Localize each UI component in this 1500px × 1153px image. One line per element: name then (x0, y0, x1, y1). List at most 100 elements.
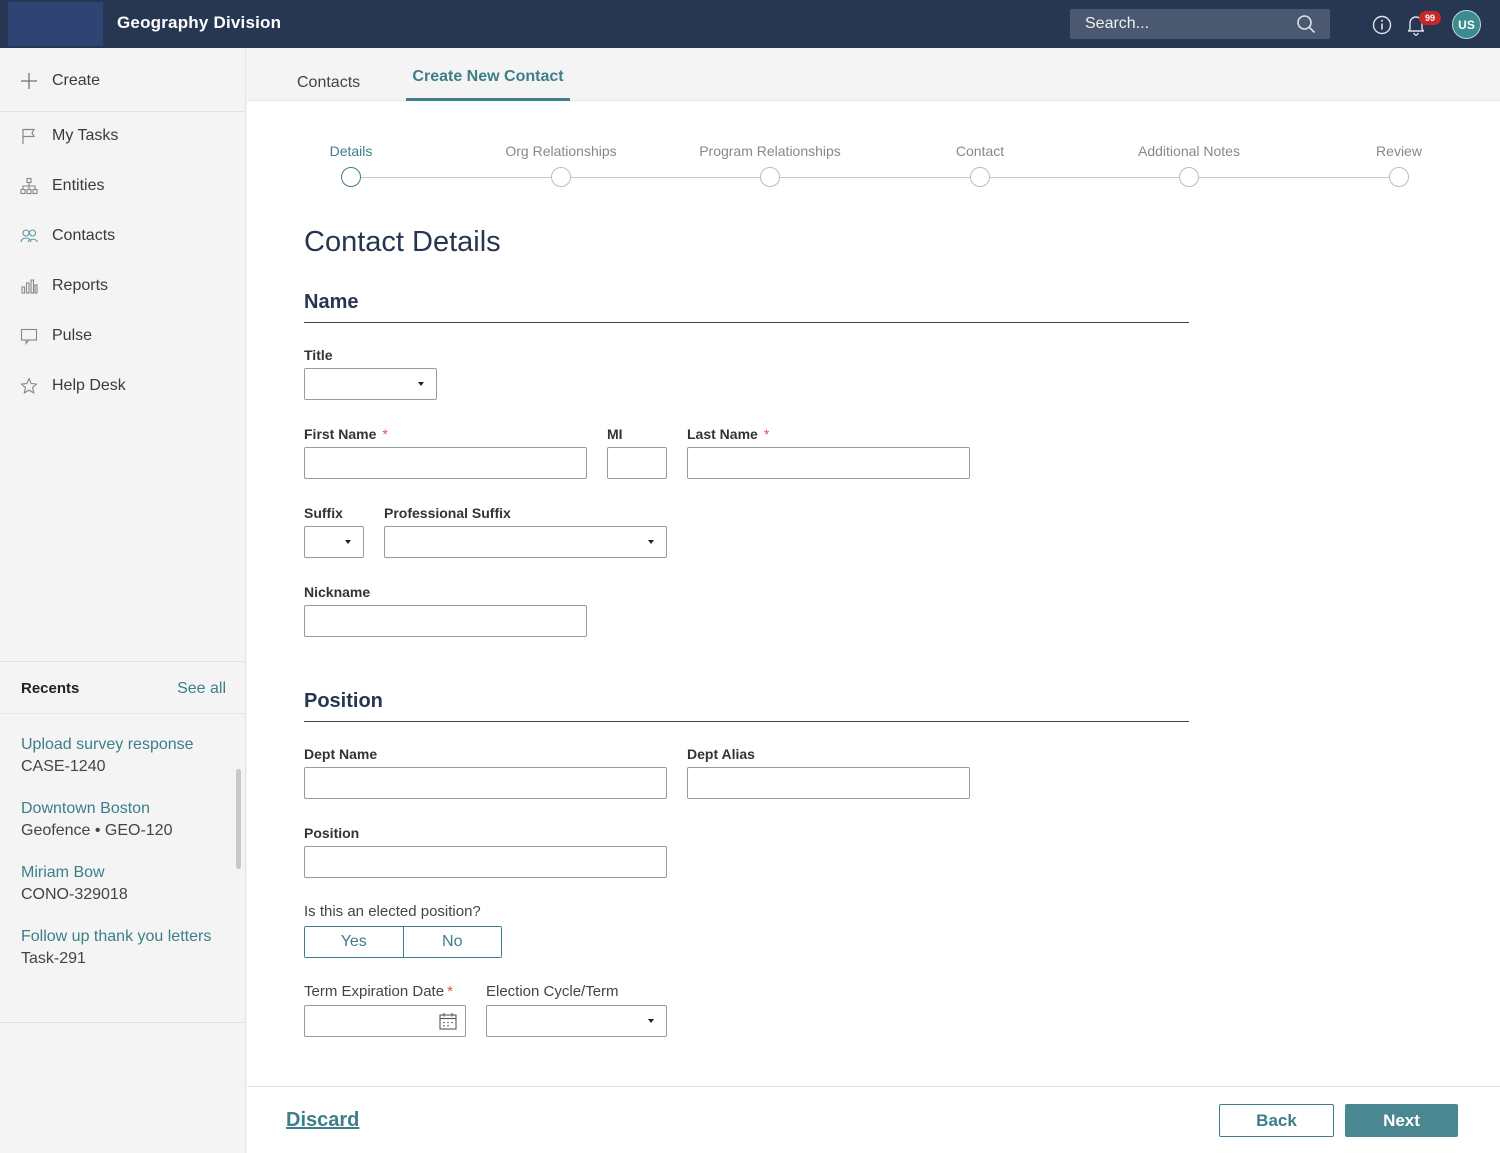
sidebar-item-my-tasks[interactable]: My Tasks (0, 116, 246, 156)
recent-item-link[interactable]: Downtown Boston (21, 798, 236, 820)
sidebar-item-label: Entities (52, 177, 105, 194)
sidebar-item-contacts[interactable]: Contacts (0, 216, 246, 256)
nickname-label-text: Nickname (304, 584, 371, 600)
required-marker: * (763, 426, 770, 442)
last-name-label-text: Last Name (687, 426, 758, 442)
sidebar-item-help-desk[interactable]: Help Desk (0, 366, 246, 406)
term-expiration-date-field[interactable] (304, 1005, 466, 1037)
step-indicator (970, 167, 990, 187)
professional-suffix-select[interactable] (384, 526, 667, 558)
suffix-label: Suffix (304, 505, 343, 521)
recent-item-id: Task-291 (21, 950, 86, 967)
last-name-field[interactable] (687, 447, 970, 479)
step-label: Program Relationships (699, 143, 841, 159)
dept-name-field[interactable] (304, 767, 667, 799)
position-label: Position (304, 825, 359, 841)
recents-title: Recents (21, 680, 80, 697)
tab-contacts[interactable]: Contacts (297, 48, 360, 101)
title-select[interactable] (304, 368, 437, 400)
recents-header: Recents See all (0, 662, 246, 714)
no-button[interactable]: No (402, 927, 501, 957)
search-input[interactable] (1070, 9, 1290, 39)
nickname-field[interactable] (304, 605, 587, 637)
dept-alias-label: Dept Alias (687, 746, 755, 762)
sidebar-item-label: Pulse (52, 327, 93, 344)
recents-scrollbar[interactable] (236, 769, 241, 869)
recent-item-link[interactable]: Upload survey response (21, 734, 236, 756)
sidebar-divider (0, 111, 246, 112)
position-field[interactable] (304, 846, 667, 878)
first-name-field[interactable] (304, 447, 587, 479)
see-all-link[interactable]: See all (177, 680, 226, 698)
step-label: Contact (955, 143, 1005, 159)
title-label: Title (304, 347, 333, 363)
recent-item: Upload survey response CASE-1240 (21, 734, 236, 778)
calendar-icon[interactable] (439, 1012, 457, 1030)
create-label: Create (52, 72, 101, 89)
recent-item-id: CASE-1240 (21, 758, 106, 775)
mi-field[interactable] (607, 447, 667, 479)
elected-position-toggle: Yes No (304, 926, 502, 958)
recent-item-link[interactable]: Follow up thank you letters (21, 926, 236, 948)
app-logo[interactable] (8, 2, 103, 46)
user-avatar[interactable]: US (1452, 10, 1481, 39)
back-button[interactable]: Back (1219, 1104, 1334, 1137)
step-label: Org Relationships (505, 143, 617, 159)
step-label: Details (329, 143, 373, 159)
next-button[interactable]: Next (1345, 1104, 1458, 1137)
step-indicator (1389, 167, 1409, 187)
required-marker: * (447, 983, 453, 1000)
dept-alias-field[interactable] (687, 767, 970, 799)
chevron-down-icon (345, 540, 351, 544)
sidebar-item-entities[interactable]: Entities (0, 166, 246, 206)
step-indicator (341, 167, 361, 187)
section-heading-name: Name (304, 291, 1189, 323)
step-indicator (760, 167, 780, 187)
step-review[interactable]: Review (1309, 143, 1489, 187)
suffix-select[interactable] (304, 526, 364, 558)
recent-item-id: Geofence • GEO-120 (21, 822, 173, 839)
step-indicator (551, 167, 571, 187)
elected-position-question-text: Is this an elected position? (304, 903, 481, 920)
mi-label: MI (607, 426, 623, 442)
mi-label-text: MI (607, 426, 623, 442)
step-additional-notes[interactable]: Additional Notes (1099, 143, 1279, 187)
chevron-down-icon (418, 382, 424, 386)
search-box (1070, 9, 1330, 39)
discard-link[interactable]: Discard (286, 1109, 359, 1132)
app-title: Geography Division (117, 13, 282, 32)
sidebar-item-label: Reports (52, 277, 109, 294)
chevron-down-icon (648, 540, 654, 544)
main-content: Details Org Relationships Program Relati… (247, 101, 1500, 1086)
info-icon[interactable] (1372, 15, 1392, 35)
sidebar-item-label: Help Desk (52, 377, 126, 394)
hierarchy-icon (20, 177, 38, 195)
term-expiration-label-text: Term Expiration Date (304, 983, 445, 1000)
suffix-label-text: Suffix (304, 505, 343, 521)
election-cycle-label: Election Cycle/Term (486, 983, 619, 1000)
create-button[interactable]: Create (0, 61, 246, 101)
recent-item: Miriam Bow CONO-329018 (21, 862, 236, 906)
form-footer: Discard Back Next (247, 1086, 1500, 1153)
dept-name-label-text: Dept Name (304, 746, 378, 762)
yes-button[interactable]: Yes (305, 927, 403, 957)
election-cycle-select[interactable] (486, 1005, 667, 1037)
step-label: Additional Notes (1138, 143, 1240, 159)
plus-icon (21, 73, 37, 89)
step-org-relationships[interactable]: Org Relationships (471, 143, 651, 187)
chevron-down-icon (648, 1019, 654, 1023)
recent-item: Downtown Boston Geofence • GEO-120 (21, 798, 236, 842)
election-cycle-label-text: Election Cycle/Term (486, 983, 619, 1000)
sidebar-item-reports[interactable]: Reports (0, 266, 246, 306)
tab-create-new-contact[interactable]: Create New Contact (406, 48, 570, 101)
sidebar-item-pulse[interactable]: Pulse (0, 316, 246, 356)
star-icon (20, 377, 38, 394)
step-contact[interactable]: Contact (890, 143, 1070, 187)
recent-item-link[interactable]: Miriam Bow (21, 862, 236, 884)
sidebar-item-label: My Tasks (52, 127, 119, 144)
step-indicator (1179, 167, 1199, 187)
step-program-relationships[interactable]: Program Relationships (680, 143, 860, 187)
step-details[interactable]: Details (261, 143, 441, 187)
title-label-text: Title (304, 347, 333, 363)
search-icon[interactable] (1296, 14, 1316, 34)
